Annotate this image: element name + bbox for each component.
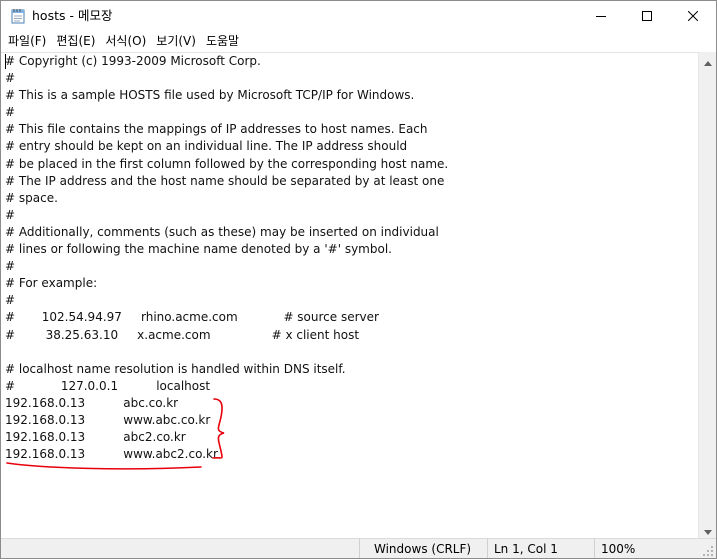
notepad-icon xyxy=(11,8,25,24)
status-encoding: Windows (CRLF) xyxy=(374,542,472,556)
close-button[interactable] xyxy=(670,1,716,31)
scroll-down-button[interactable] xyxy=(699,521,716,538)
menu-edit[interactable]: 편집(E) xyxy=(51,31,100,51)
scroll-up-button[interactable] xyxy=(699,52,716,69)
maximize-button[interactable] xyxy=(624,1,670,31)
menu-view[interactable]: 보기(V) xyxy=(151,31,201,51)
menu-bar: 파일(F) 편집(E) 서식(O) 보기(V) 도움말 xyxy=(1,31,716,51)
vertical-scrollbar[interactable] xyxy=(698,52,716,538)
status-empty-segment xyxy=(359,539,366,558)
menu-file[interactable]: 파일(F) xyxy=(1,31,51,51)
text-editor[interactable]: # Copyright (c) 1993-2009 Microsoft Corp… xyxy=(1,52,698,538)
close-icon xyxy=(688,11,698,21)
status-zoom: 100% xyxy=(594,539,635,558)
notepad-window: hosts - 메모장 파일(F) 편집(E) 서식(O) 보기(V) 도움말 … xyxy=(0,0,717,559)
status-bar: Windows (CRLF) Ln 1, Col 1 100% xyxy=(1,538,716,558)
window-title: hosts - 메모장 xyxy=(32,8,113,23)
menu-format[interactable]: 서식(O) xyxy=(100,31,151,51)
resize-grip-icon[interactable] xyxy=(702,545,714,557)
text-caret xyxy=(5,54,6,69)
menu-help[interactable]: 도움말 xyxy=(201,31,244,51)
chevron-up-icon xyxy=(703,51,712,70)
status-cursor-position: Ln 1, Col 1 xyxy=(487,539,558,558)
title-bar[interactable]: hosts - 메모장 xyxy=(1,1,716,31)
minimize-icon xyxy=(596,11,606,21)
annotation-underline xyxy=(6,462,202,470)
maximize-icon xyxy=(642,11,652,21)
chevron-down-icon xyxy=(703,520,712,539)
minimize-button[interactable] xyxy=(578,1,624,31)
hosts-file-content[interactable]: # Copyright (c) 1993-2009 Microsoft Corp… xyxy=(5,53,448,463)
